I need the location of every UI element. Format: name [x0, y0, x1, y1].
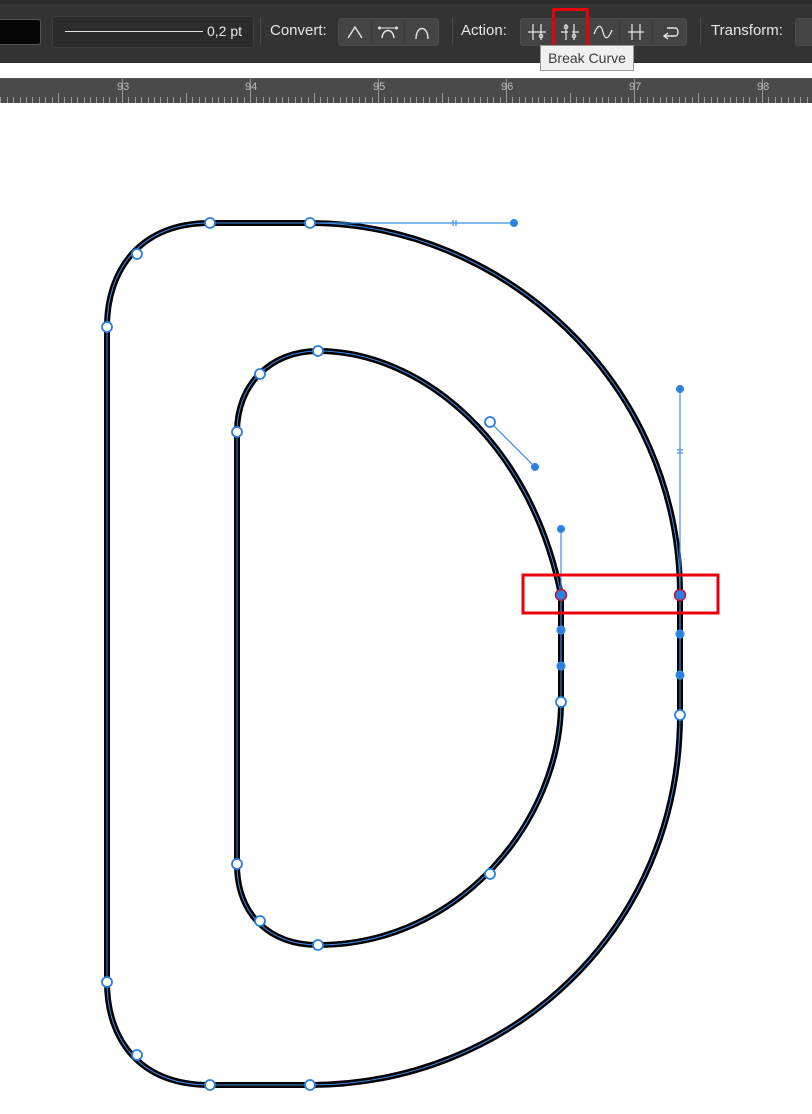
convert-smooth-button[interactable]: [372, 19, 405, 45]
smooth-curve-icon: [593, 25, 613, 39]
selected-node[interactable]: [554, 588, 568, 602]
ruler-label: 93: [117, 81, 130, 93]
handle-point[interactable]: [675, 629, 685, 639]
node[interactable]: [674, 709, 686, 721]
convert-sharp-icon: [347, 25, 363, 39]
horizontal-ruler[interactable]: 93 94 95 96 97 98: [0, 78, 812, 103]
node[interactable]: [101, 321, 113, 333]
node[interactable]: [304, 217, 316, 229]
break-curve-highlight: [552, 8, 589, 50]
reverse-curve-button[interactable]: [653, 19, 686, 45]
convert-smart-button[interactable]: [405, 19, 438, 45]
node[interactable]: [101, 976, 113, 988]
action-label: Action:: [461, 22, 507, 39]
ruler-label: 96: [501, 81, 514, 93]
stroke-color-well[interactable]: [0, 19, 41, 45]
handle-point[interactable]: [556, 625, 566, 635]
node[interactable]: [304, 1079, 316, 1091]
node[interactable]: [555, 696, 567, 708]
selected-node[interactable]: [673, 588, 687, 602]
handle-point[interactable]: [556, 524, 566, 534]
node[interactable]: [312, 939, 324, 951]
transform-label: Transform:: [711, 22, 783, 39]
node[interactable]: [204, 217, 216, 229]
align-nodes-button[interactable]: [620, 19, 653, 45]
handle-point[interactable]: [675, 670, 685, 680]
align-nodes-icon: [628, 24, 644, 40]
transform-button[interactable]: [795, 18, 812, 46]
smooth-curve-button[interactable]: [587, 19, 620, 45]
action-button-group: [520, 18, 687, 46]
convert-label: Convert:: [270, 22, 327, 39]
toolbar-separator: [452, 18, 453, 44]
toolbar-top-strip: [0, 0, 812, 4]
inner-curve[interactable]: [234, 347, 564, 949]
node[interactable]: [204, 1079, 216, 1091]
break-curve-tooltip: Break Curve: [540, 45, 634, 71]
node[interactable]: [231, 426, 243, 438]
stroke-width-value: 0,2 pt: [207, 23, 243, 39]
node[interactable]: [254, 915, 266, 927]
ruler-label: 94: [245, 81, 258, 93]
handle-point[interactable]: [509, 218, 519, 228]
ruler-label: 98: [757, 81, 770, 93]
context-toolbar: 0,2 pt Convert: Action: Transform:: [0, 0, 812, 63]
inner-curve-outline: [236, 350, 562, 946]
node[interactable]: [484, 868, 496, 880]
stroke-width-preview: [65, 31, 203, 32]
node[interactable]: [312, 345, 324, 357]
node[interactable]: [131, 1049, 143, 1061]
convert-button-group: [338, 18, 439, 46]
document-canvas[interactable]: [0, 103, 812, 1114]
ruler-label: 97: [629, 81, 642, 93]
handle-point[interactable]: [556, 661, 566, 671]
node[interactable]: [254, 368, 266, 380]
node[interactable]: [131, 248, 143, 260]
convert-smooth-icon: [378, 26, 398, 39]
handle-point[interactable]: [530, 462, 540, 472]
selected-nodes-highlight: [521, 573, 720, 615]
toolbar-separator: [260, 18, 261, 44]
outer-curve[interactable]: [104, 220, 683, 1088]
stroke-width-field[interactable]: 0,2 pt: [52, 16, 254, 48]
convert-sharp-button[interactable]: [339, 19, 372, 45]
toolbar-separator: [700, 18, 701, 44]
curve-nodes: [101, 217, 686, 1091]
convert-smart-icon: [414, 27, 429, 40]
ruler-label: 95: [373, 81, 386, 93]
handle-point[interactable]: [675, 384, 685, 394]
node[interactable]: [484, 416, 496, 428]
reverse-curve-icon: [662, 27, 679, 40]
join-curves-button[interactable]: [521, 19, 554, 45]
join-curves-icon: [528, 24, 546, 40]
node[interactable]: [231, 858, 243, 870]
